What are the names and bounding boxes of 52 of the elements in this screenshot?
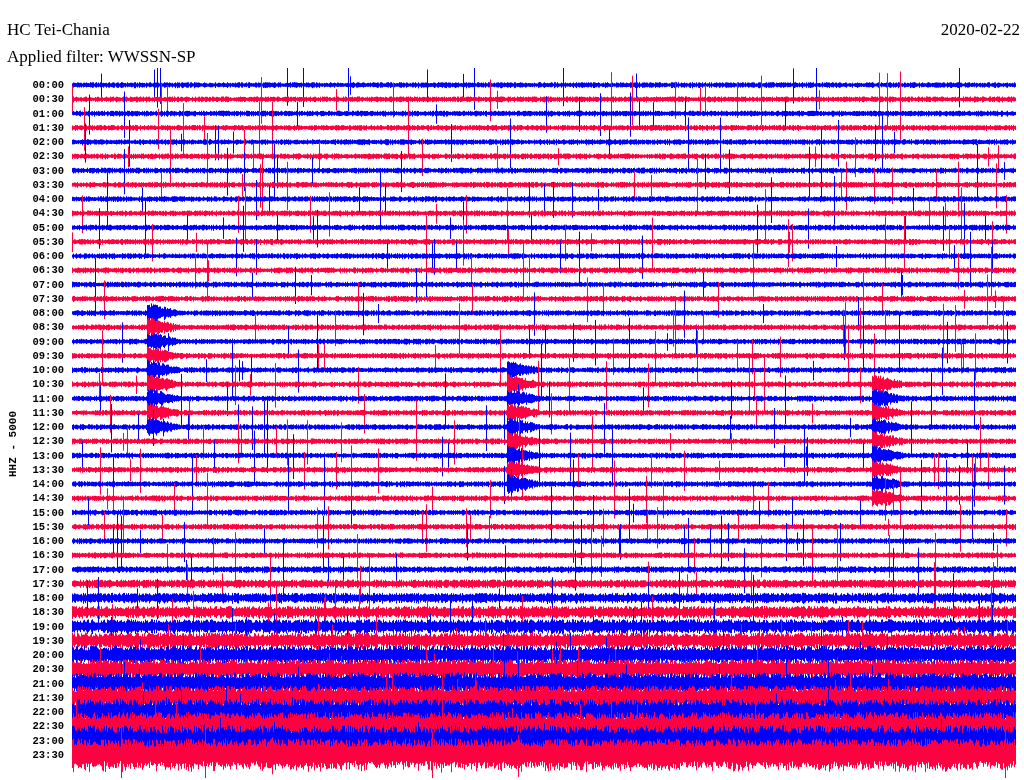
time-label: 14:30 — [32, 491, 65, 506]
time-label: 13:30 — [32, 462, 65, 477]
time-label: 04:00 — [32, 192, 65, 207]
time-label: 15:00 — [32, 505, 65, 520]
time-label: 04:30 — [32, 206, 65, 221]
time-label: 18:30 — [32, 605, 65, 620]
axis-label: HHZ - 5000 — [7, 410, 19, 479]
time-label: 14:00 — [32, 477, 65, 492]
time-label: 01:00 — [32, 106, 65, 121]
time-label: 12:30 — [32, 434, 65, 449]
time-label: 19:30 — [32, 633, 65, 648]
time-label: 22:00 — [32, 705, 65, 720]
time-label: 18:00 — [32, 591, 65, 606]
time-label: 16:00 — [32, 534, 65, 549]
time-label: 02:00 — [32, 135, 65, 150]
time-label: 22:30 — [32, 719, 65, 734]
time-label: 05:00 — [32, 220, 65, 235]
time-label: 09:00 — [32, 334, 65, 349]
time-label: 00:30 — [32, 92, 65, 107]
time-label: 08:30 — [32, 320, 65, 335]
time-label: 15:30 — [32, 519, 65, 534]
time-label: 10:30 — [32, 377, 65, 392]
station-name: HC Tei-Chania — [7, 20, 110, 41]
time-label: 17:30 — [32, 576, 65, 591]
time-label: 19:00 — [32, 619, 65, 634]
date-label: 2020-02-22 — [940, 20, 1020, 41]
time-label: 10:00 — [32, 363, 65, 378]
time-label: 11:30 — [32, 405, 65, 420]
time-label: 06:00 — [32, 249, 65, 264]
time-label: 00:00 — [32, 78, 65, 93]
time-label: 06:30 — [32, 263, 65, 278]
time-label: 03:00 — [32, 163, 65, 178]
time-label: 17:00 — [32, 562, 65, 577]
time-label: 03:30 — [32, 177, 65, 192]
time-label: 08:00 — [32, 306, 65, 321]
time-label: 05:30 — [32, 234, 65, 249]
time-label: 13:00 — [32, 448, 65, 463]
time-label: 20:30 — [32, 662, 65, 677]
time-label: 07:00 — [32, 277, 65, 292]
time-label: 20:00 — [32, 648, 65, 663]
filter-label: Applied filter: WWSSN-SP — [6, 46, 197, 67]
time-label: 16:30 — [32, 548, 65, 563]
time-label: 01:30 — [32, 120, 65, 135]
time-label: 07:30 — [32, 291, 65, 306]
time-label: 23:00 — [32, 733, 65, 748]
time-label: 21:00 — [32, 676, 65, 691]
time-label: 12:00 — [32, 420, 65, 435]
time-label: 02:30 — [32, 149, 65, 164]
time-label: 11:00 — [32, 391, 65, 406]
time-label: 09:30 — [32, 348, 65, 363]
time-label: 23:30 — [32, 747, 65, 762]
time-label: 21:30 — [32, 690, 65, 705]
